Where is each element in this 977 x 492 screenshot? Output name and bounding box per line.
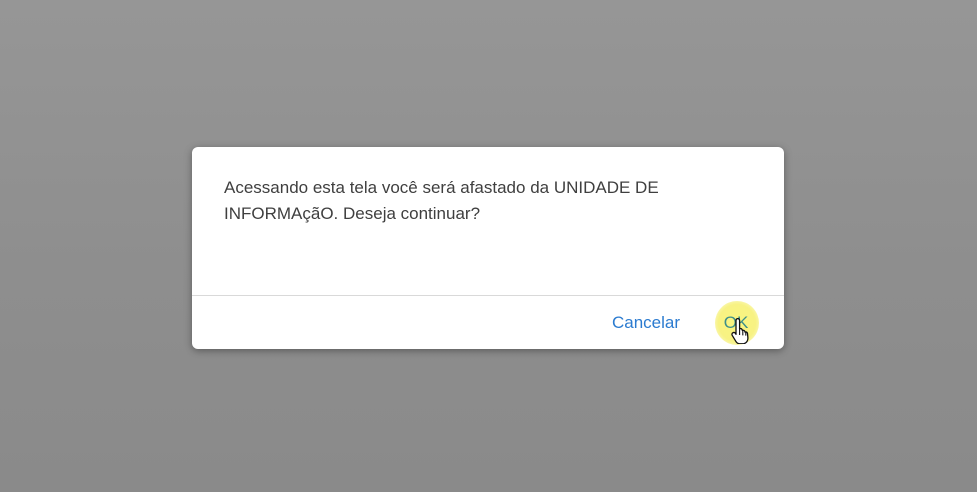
cancel-button[interactable]: Cancelar: [606, 308, 686, 338]
confirm-dialog: Acessando esta tela você será afastado d…: [192, 147, 784, 349]
dialog-message: Acessando esta tela você será afastado d…: [224, 178, 659, 223]
hand-pointer-icon: [731, 318, 749, 344]
modal-backdrop: Acessando esta tela você será afastado d…: [0, 0, 977, 492]
dialog-footer: Cancelar OK: [192, 296, 784, 349]
